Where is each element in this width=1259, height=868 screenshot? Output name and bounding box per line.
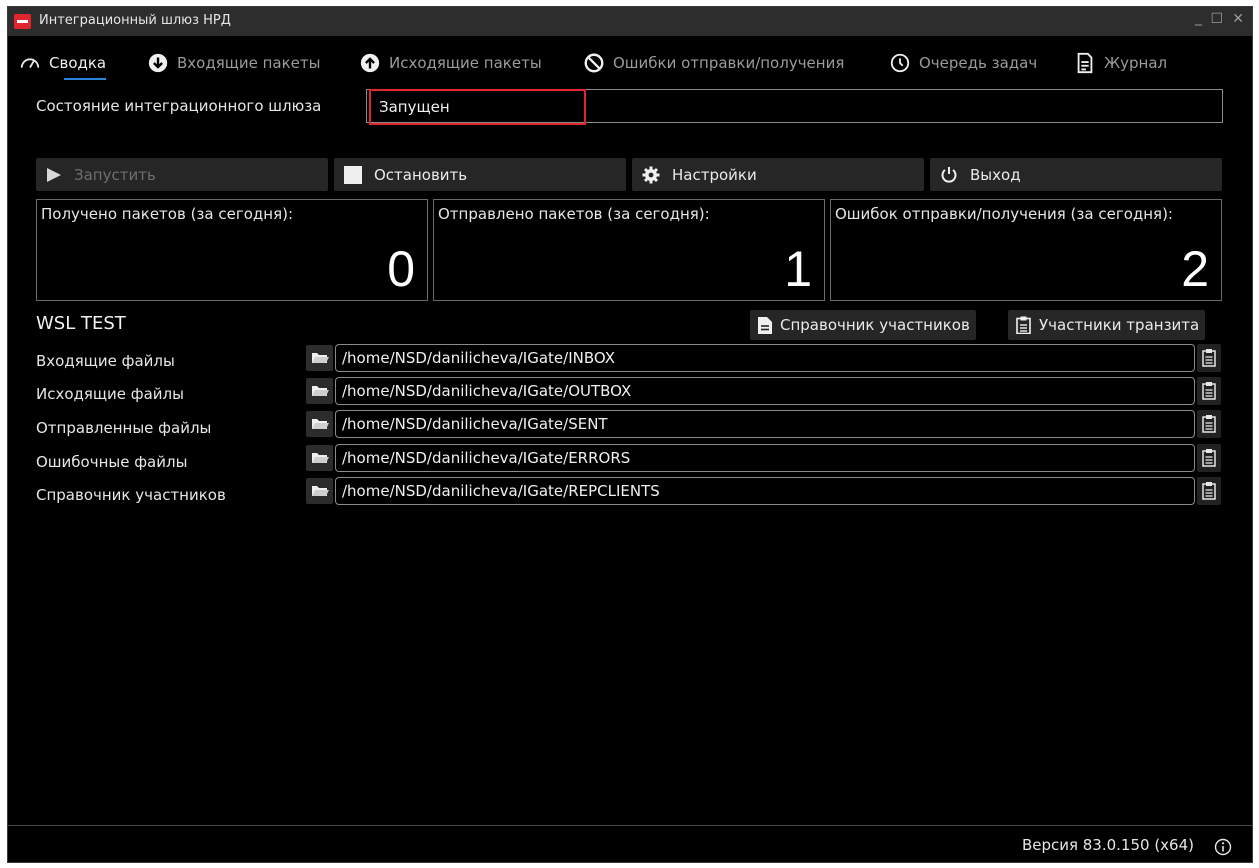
settings-button-label: Настройки: [672, 165, 757, 184]
gear-icon: [642, 166, 660, 183]
sent-counter-label: Отправлено пакетов (за сегодня):: [438, 205, 710, 223]
received-counter-value: 0: [387, 241, 415, 297]
tab-queue-label: Очередь задач: [919, 54, 1038, 72]
browse-folder-button[interactable]: [306, 345, 333, 371]
gateway-state-value: Запущен: [369, 89, 586, 125]
stop-icon: [344, 165, 362, 184]
gateway-state-label: Состояние интеграционного шлюза: [36, 97, 322, 115]
path-label: Ошибочные файлы: [36, 453, 188, 471]
document-icon: [1077, 52, 1093, 74]
path-field[interactable]: /home/NSD/danilicheva/IGate/ERRORS: [335, 444, 1195, 472]
clipboard-icon: [1202, 349, 1216, 367]
main-window: Интеграционный шлюз НРД _ ☐ ✕ Сводка Вхо…: [7, 6, 1253, 863]
folder-icon: [312, 486, 329, 496]
tab-queue[interactable]: Очередь задач: [889, 49, 1037, 77]
footer-divider: [8, 825, 1252, 826]
path-field[interactable]: /home/NSD/danilicheva/IGate/INBOX: [335, 344, 1195, 372]
folder-icon: [312, 453, 329, 463]
errors-counter-label: Ошибок отправки/получения (за сегодня):: [835, 205, 1173, 223]
errors-counter-value: 2: [1181, 241, 1209, 297]
path-field[interactable]: /home/NSD/danilicheva/IGate/SENT: [335, 410, 1195, 438]
tab-errors[interactable]: Ошибки отправки/получения: [583, 49, 844, 77]
received-counter-label: Получено пакетов (за сегодня):: [41, 205, 294, 223]
sent-packets-counter: Отправлено пакетов (за сегодня): 1: [433, 199, 825, 301]
start-button-label: Запустить: [74, 165, 156, 184]
participants-directory-label: Справочник участников: [780, 316, 970, 334]
section-title: WSL TEST: [36, 313, 126, 334]
tab-summary[interactable]: Сводка: [19, 49, 107, 80]
path-field[interactable]: /home/NSD/danilicheva/IGate/OUTBOX: [335, 377, 1195, 405]
tab-bar: Сводка Входящие пакеты Исходящие пакеты …: [8, 49, 1252, 80]
active-tab-indicator: [64, 78, 107, 80]
copy-path-button[interactable]: [1197, 477, 1221, 505]
clipboard-icon: [1016, 316, 1031, 334]
file-icon: [758, 316, 772, 334]
participants-directory-button[interactable]: Справочник участников: [750, 310, 976, 340]
folder-icon: [312, 419, 329, 429]
tab-incoming[interactable]: Входящие пакеты: [147, 49, 320, 77]
clipboard-icon: [1202, 449, 1216, 467]
close-button[interactable]: ✕: [1232, 11, 1244, 27]
window-title: Интеграционный шлюз НРД: [39, 13, 231, 28]
exit-button[interactable]: Выход: [930, 158, 1222, 191]
clipboard-icon: [1202, 382, 1216, 400]
path-label: Справочник участников: [36, 486, 226, 504]
power-icon: [941, 166, 957, 183]
version-label: Версия 83.0.150 (x64): [1021, 836, 1194, 854]
tab-log-label: Журнал: [1104, 54, 1168, 72]
tab-outgoing-label: Исходящие пакеты: [389, 54, 542, 72]
play-icon: [47, 167, 61, 182]
info-icon[interactable]: [1214, 838, 1232, 856]
path-label: Отправленные файлы: [36, 419, 212, 437]
copy-path-button[interactable]: [1197, 344, 1221, 372]
clipboard-icon: [1202, 415, 1216, 433]
tab-incoming-label: Входящие пакеты: [177, 54, 321, 72]
transit-participants-button[interactable]: Участники транзита: [1008, 310, 1206, 340]
transit-participants-label: Участники транзита: [1039, 316, 1200, 334]
minimize-button[interactable]: _: [1195, 10, 1202, 26]
arrow-down-circle-icon: [148, 53, 168, 73]
arrow-up-circle-icon: [360, 53, 380, 73]
gauge-icon: [20, 58, 40, 69]
app-logo-icon: [14, 14, 31, 29]
path-label: Входящие файлы: [36, 352, 175, 370]
tab-log[interactable]: Журнал: [1074, 49, 1167, 77]
folder-icon: [312, 386, 329, 396]
path-field[interactable]: /home/NSD/danilicheva/IGate/REPCLIENTS: [335, 477, 1195, 505]
stop-button-label: Остановить: [374, 165, 468, 184]
clipboard-icon: [1202, 482, 1216, 500]
path-label: Исходящие файлы: [36, 385, 184, 403]
settings-button[interactable]: Настройки: [632, 158, 924, 191]
tab-summary-label: Сводка: [49, 54, 107, 72]
start-button[interactable]: Запустить: [36, 158, 328, 191]
stop-button[interactable]: Остановить: [334, 158, 626, 191]
browse-folder-button[interactable]: [306, 411, 333, 437]
copy-path-button[interactable]: [1197, 410, 1221, 438]
sent-counter-value: 1: [784, 241, 812, 297]
tab-errors-label: Ошибки отправки/получения: [613, 54, 845, 72]
errors-counter: Ошибок отправки/получения (за сегодня): …: [830, 199, 1222, 301]
browse-folder-button[interactable]: [306, 378, 333, 404]
copy-path-button[interactable]: [1197, 377, 1221, 405]
copy-path-button[interactable]: [1197, 444, 1221, 472]
folder-icon: [312, 353, 329, 363]
clock-icon: [890, 53, 910, 73]
title-bar: Интеграционный шлюз НРД _ ☐ ✕: [8, 7, 1252, 36]
tab-outgoing[interactable]: Исходящие пакеты: [359, 49, 542, 77]
browse-folder-button[interactable]: [306, 445, 333, 471]
browse-folder-button[interactable]: [306, 478, 333, 504]
maximize-button[interactable]: ☐: [1210, 11, 1223, 27]
received-packets-counter: Получено пакетов (за сегодня): 0: [36, 199, 428, 301]
ban-icon: [584, 53, 604, 73]
exit-button-label: Выход: [970, 165, 1021, 184]
